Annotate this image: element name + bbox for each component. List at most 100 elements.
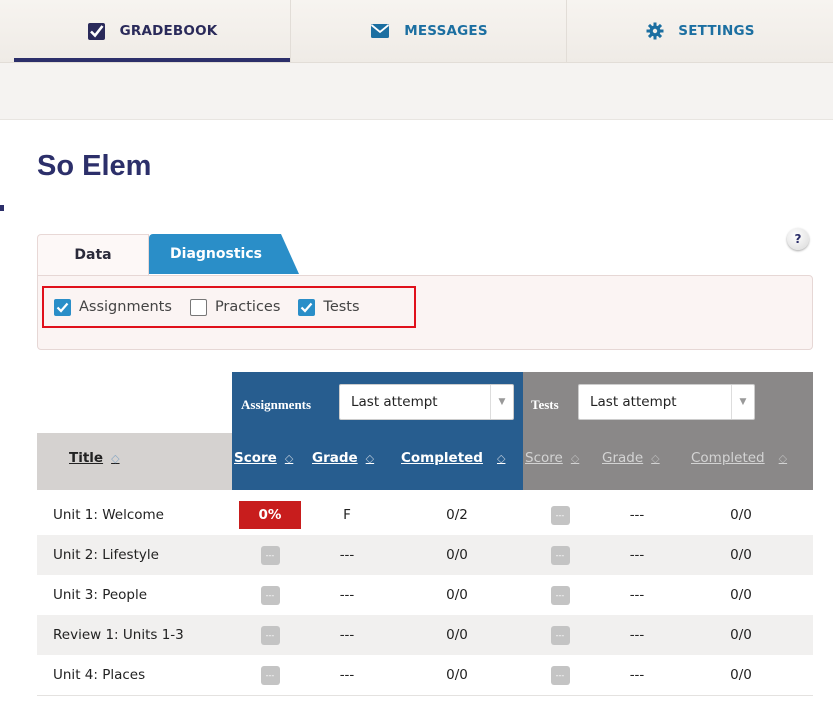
sort-icon: ◇ xyxy=(496,451,506,465)
filter-label: Tests xyxy=(323,299,360,315)
tab-label: Data xyxy=(74,247,112,263)
assignments-score-empty: --- xyxy=(260,625,280,645)
assignments-score-empty: --- xyxy=(260,665,280,685)
row-title[interactable]: Unit 2: Lifestyle xyxy=(53,535,159,575)
select-value: Last attempt xyxy=(351,394,438,410)
column-label: Score xyxy=(525,450,563,466)
sort-icon: ◇ xyxy=(111,451,120,465)
tab-label: Diagnostics xyxy=(170,246,262,262)
nav-tab-label: SETTINGS xyxy=(678,23,755,39)
chevron-down-icon: ▼ xyxy=(490,385,513,419)
checkbox-checked-icon xyxy=(54,298,71,316)
column-label: Completed xyxy=(691,450,765,466)
nav-tab-label: MESSAGES xyxy=(404,23,488,39)
help-icon[interactable]: ? xyxy=(787,228,809,250)
assignments-group-label: Assignments xyxy=(241,397,312,412)
assignments-score-badge: 0% xyxy=(239,501,301,529)
assignments-completed: 0/0 xyxy=(446,627,468,643)
nav-tab-gradebook[interactable]: GRADEBOOK xyxy=(14,0,290,62)
filter-highlight: Assignments Practices Tests xyxy=(42,286,416,328)
side-marker xyxy=(0,205,4,211)
sort-icon: ◇ xyxy=(778,451,788,465)
checkbox-icon xyxy=(87,22,106,41)
filter-label: Practices xyxy=(214,299,281,315)
checkbox-checked-icon xyxy=(298,298,316,316)
sort-icon: ◇ xyxy=(570,451,580,465)
column-label: Completed xyxy=(401,450,483,466)
sort-icon: ◇ xyxy=(365,451,375,465)
tests-group-label: Tests xyxy=(531,397,559,412)
tests-completed: 0/0 xyxy=(730,627,752,643)
nav-tab-label: GRADEBOOK xyxy=(119,23,218,39)
assignments-score-empty: --- xyxy=(260,585,280,605)
filter-panel: Assignments Practices Tests xyxy=(37,275,813,350)
tests-score-empty: --- xyxy=(550,585,570,605)
tests-score-empty: --- xyxy=(550,625,570,645)
tests-score-empty: --- xyxy=(550,505,570,525)
tests-completed: 0/0 xyxy=(730,667,752,683)
filter-label: Assignments xyxy=(79,299,172,315)
tests-grade: --- xyxy=(629,587,645,603)
assignments-completed-sort[interactable]: Completed ◇ xyxy=(401,450,505,466)
tab-data[interactable]: Data xyxy=(37,234,149,275)
row-divider xyxy=(37,695,813,696)
assignments-completed: 0/0 xyxy=(446,547,468,563)
nav-tab-settings[interactable]: SETTINGS xyxy=(566,0,833,62)
title-column-header-bg xyxy=(37,433,232,490)
table-row: Unit 4: Places --- --- 0/0 --- --- 0/0 xyxy=(37,655,813,695)
nav-tab-messages[interactable]: MESSAGES xyxy=(290,0,567,62)
assignments-completed: 0/2 xyxy=(446,507,468,523)
table-row: Review 1: Units 1-3 --- --- 0/0 --- --- … xyxy=(37,615,813,655)
assignments-grade: --- xyxy=(339,587,355,603)
column-label: Grade xyxy=(602,450,644,466)
row-title[interactable]: Review 1: Units 1-3 xyxy=(53,615,184,655)
assignments-grade: --- xyxy=(339,627,355,643)
table-row: Unit 2: Lifestyle --- --- 0/0 --- --- 0/… xyxy=(37,535,813,575)
checkbox-unchecked-icon xyxy=(189,298,207,316)
column-label: Title xyxy=(69,450,104,466)
chevron-down-icon: ▼ xyxy=(731,385,754,419)
tests-score-empty: --- xyxy=(550,545,570,565)
tests-score-empty: --- xyxy=(550,665,570,685)
assignments-score-sort[interactable]: Score ◇ xyxy=(234,450,293,466)
assignments-score-empty: --- xyxy=(260,545,280,565)
tests-completed: 0/0 xyxy=(730,507,752,523)
tests-grade: --- xyxy=(629,667,645,683)
assignments-grade-sort[interactable]: Grade ◇ xyxy=(312,450,374,466)
assignments-attempt-select[interactable]: Last attempt ▼ xyxy=(339,384,514,420)
tests-grade-sort[interactable]: Grade ◇ xyxy=(602,450,660,466)
assignments-completed: 0/0 xyxy=(446,587,468,603)
table-row: Unit 1: Welcome 0% F 0/2 --- --- 0/0 xyxy=(37,495,813,535)
assignments-completed: 0/0 xyxy=(446,667,468,683)
tests-grade: --- xyxy=(629,547,645,563)
page-title: So Elem xyxy=(37,150,152,182)
column-label: Score xyxy=(234,450,277,466)
select-value: Last attempt xyxy=(590,394,677,410)
filter-tests-checkbox[interactable]: Tests xyxy=(298,298,360,316)
tests-grade: --- xyxy=(629,627,645,643)
row-title[interactable]: Unit 4: Places xyxy=(53,655,145,695)
tests-completed-sort[interactable]: Completed ◇ xyxy=(691,450,787,466)
tests-grade: --- xyxy=(629,507,645,523)
table-row: Unit 3: People --- --- 0/0 --- --- 0/0 xyxy=(37,575,813,615)
tests-score-sort[interactable]: Score ◇ xyxy=(525,450,579,466)
top-nav: GRADEBOOK MESSAGES SETTINGS xyxy=(0,0,833,63)
tests-completed: 0/0 xyxy=(730,587,752,603)
tests-attempt-select[interactable]: Last attempt ▼ xyxy=(578,384,755,420)
title-column-sort[interactable]: Title ◇ xyxy=(69,450,120,466)
assignments-grade: --- xyxy=(339,667,355,683)
sort-icon: ◇ xyxy=(284,451,294,465)
column-label: Grade xyxy=(312,450,358,466)
row-title[interactable]: Unit 1: Welcome xyxy=(53,495,164,535)
row-title[interactable]: Unit 3: People xyxy=(53,575,147,615)
tests-completed: 0/0 xyxy=(730,547,752,563)
sub-toolbar xyxy=(0,63,833,120)
filter-assignments-checkbox[interactable]: Assignments xyxy=(54,298,172,316)
gear-icon xyxy=(646,22,664,40)
envelope-icon xyxy=(370,23,390,39)
sort-icon: ◇ xyxy=(651,451,660,465)
tab-diagnostics[interactable]: Diagnostics xyxy=(149,234,299,274)
assignments-grade: F xyxy=(343,507,351,523)
assignments-grade: --- xyxy=(339,547,355,563)
filter-practices-checkbox[interactable]: Practices xyxy=(189,298,281,316)
